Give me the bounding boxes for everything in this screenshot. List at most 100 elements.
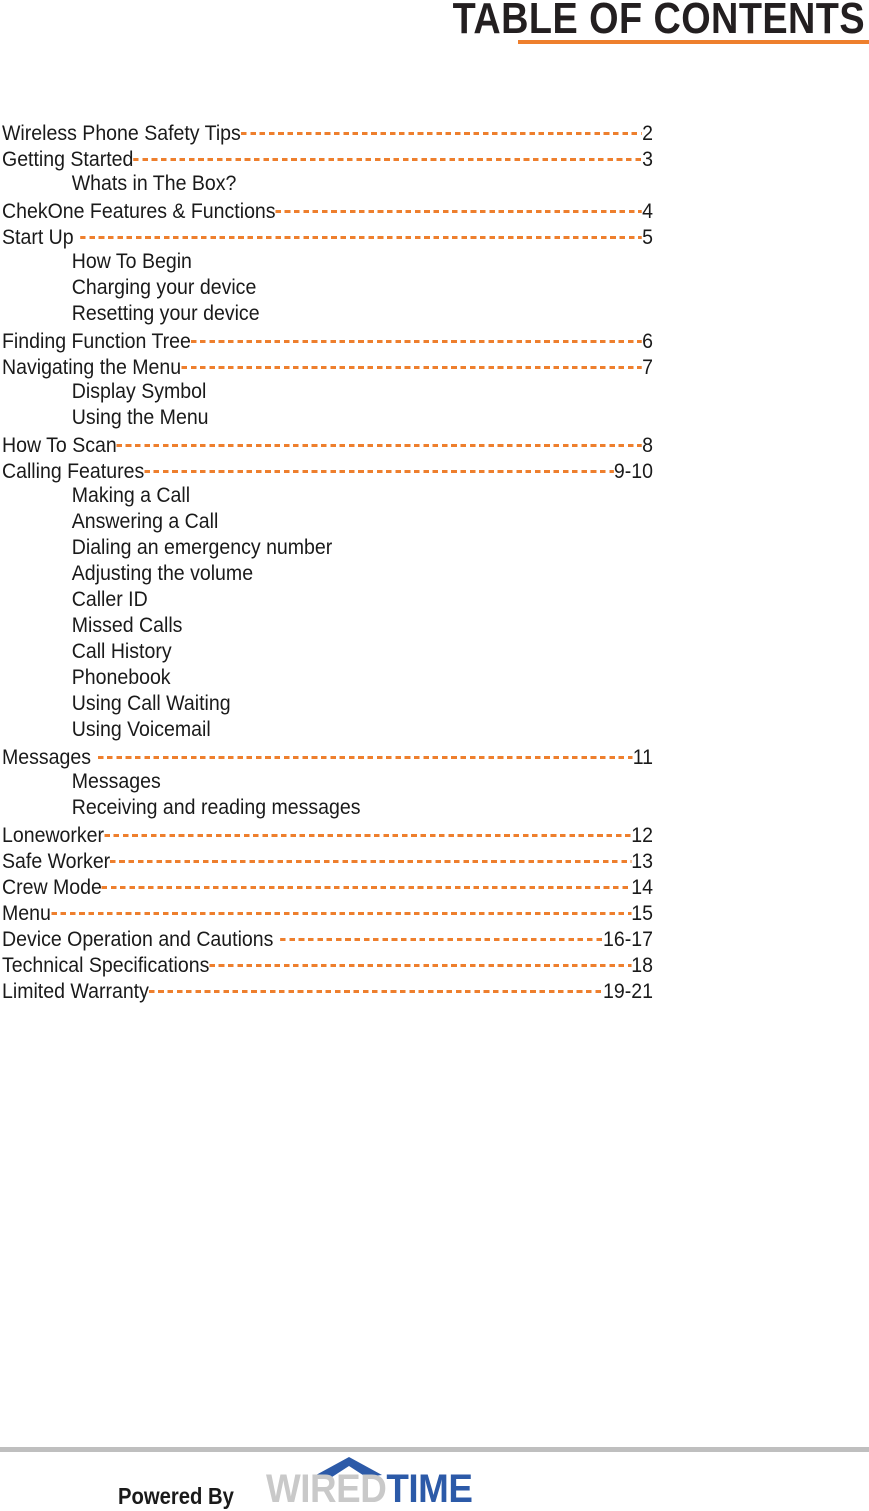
toc-entry-label: Device Operation and Cautions — [2, 928, 274, 951]
toc-entry: Messages 11 — [2, 743, 653, 769]
toc-entry-page-number: 2 — [642, 122, 653, 145]
toc-subentry-label: Using the Menu — [71, 406, 209, 429]
toc-dash-leader — [181, 353, 642, 374]
toc-entry-page-number: 13 — [631, 850, 653, 873]
toc-entry-label: Technical Specifications — [2, 954, 210, 977]
toc-entry-label: Getting Started — [2, 148, 134, 171]
toc-entry: Display Symbol — [2, 379, 653, 405]
toc-entry: Crew Mode 14 — [2, 873, 653, 899]
toc-entry: Using Call Waiting — [2, 691, 653, 717]
page-header: TABLE OF CONTENTS — [0, 0, 869, 56]
toc-entry: Caller ID — [2, 587, 653, 613]
toc-subentry-label: Display Symbol — [71, 380, 207, 403]
toc-entry: Loneworker 12 — [2, 821, 653, 847]
toc-dash-leader — [116, 431, 643, 452]
logo-time-text: TIME — [386, 1467, 473, 1511]
toc-dash-leader — [97, 743, 633, 764]
toc-entry: Making a Call — [2, 483, 653, 509]
toc-entry: Using the Menu — [2, 405, 653, 431]
toc-entry-page-number: 18 — [631, 954, 653, 977]
toc-entry: Resetting your device — [2, 301, 653, 327]
toc-entry: Dialing an emergency number — [2, 535, 653, 561]
toc-subentry-label: Answering a Call — [71, 510, 219, 533]
toc-dash-leader — [80, 223, 643, 244]
toc-dash-leader — [240, 119, 642, 140]
toc-entry-label: Safe Worker — [2, 850, 111, 873]
toc-entry: Safe Worker 13 — [2, 847, 653, 873]
toc-entry-label: Wireless Phone Safety Tips — [2, 122, 241, 145]
toc-entry: How To Begin — [2, 249, 653, 275]
toc-dash-leader — [133, 145, 643, 166]
toc-entry: Answering a Call — [2, 509, 653, 535]
toc-dash-leader — [190, 327, 643, 348]
toc-subentry-label: Missed Calls — [71, 614, 183, 637]
toc-subentry-label: Whats in The Box? — [71, 172, 237, 195]
toc-subentry-label: Dialing an emergency number — [71, 536, 333, 559]
toc-entry-page-number: 14 — [631, 876, 653, 899]
toc-entry-label: Navigating the Menu — [2, 356, 182, 379]
toc-entry-page-number: 15 — [631, 902, 653, 925]
toc-entry-label: Limited Warranty — [2, 980, 149, 1003]
toc-entry: Limited Warranty 19-21 — [2, 977, 653, 1003]
toc-dash-leader — [209, 951, 631, 972]
toc-entry-label: Calling Features — [2, 460, 145, 483]
toc-subentry-label: Adjusting the volume — [71, 562, 254, 585]
toc-subentry-label: Using Call Waiting — [71, 692, 231, 715]
toc-dash-leader — [144, 457, 614, 478]
toc-entry: Charging your device — [2, 275, 653, 301]
toc-entry: Calling Features 9-10 — [2, 457, 653, 483]
toc-entry: Messages — [2, 769, 653, 795]
toc-entry: Wireless Phone Safety Tips 2 — [2, 119, 653, 145]
toc-entry-page-number: 5 — [642, 226, 653, 249]
toc-entry-page-number: 6 — [642, 330, 653, 353]
page-title: TABLE OF CONTENTS — [452, 0, 865, 43]
toc-entry-label: Messages — [2, 746, 92, 769]
toc-entry: Menu 15 — [2, 899, 653, 925]
toc-entry: Finding Function Tree 6 — [2, 327, 653, 353]
toc-entry-label: Crew Mode — [2, 876, 102, 899]
toc-subentry-label: Charging your device — [71, 276, 257, 299]
toc-subentry-label: How To Begin — [71, 250, 192, 273]
footer: Powered By WIREDTIME — [118, 1457, 473, 1509]
toc-entry-label: Loneworker — [2, 824, 105, 847]
toc-entry: Device Operation and Cautions 16-17 — [2, 925, 653, 951]
toc-entry: Getting Started 3 — [2, 145, 653, 171]
toc-subentry-label: Receiving and reading messages — [71, 796, 361, 819]
toc-dash-leader — [101, 873, 632, 894]
logo-wired-text: WIRED — [265, 1467, 387, 1511]
toc-dash-leader — [104, 821, 632, 842]
toc-subentry-label: Resetting your device — [71, 302, 260, 325]
toc-dash-leader — [50, 899, 632, 920]
toc-entry: Missed Calls — [2, 613, 653, 639]
powered-by-label: Powered By — [118, 1483, 234, 1509]
wiredtime-logo: WIREDTIME — [266, 1457, 473, 1509]
toc-subentry-label: Call History — [71, 640, 172, 663]
toc-entry-page-number: 3 — [642, 148, 653, 171]
toc-entry-label: ChekOne Features & Functions — [2, 200, 276, 223]
toc-entry-page-number: 19-21 — [603, 980, 653, 1003]
toc-entry-page-number: 12 — [631, 824, 653, 847]
toc-entry-label: Finding Function Tree — [2, 330, 191, 353]
toc-subentry-label: Caller ID — [71, 588, 148, 611]
toc-dash-leader — [110, 847, 632, 868]
toc-entry-page-number: 11 — [632, 746, 653, 769]
toc-dash-leader — [275, 197, 643, 218]
toc-entry: Technical Specifications 18 — [2, 951, 653, 977]
toc-entry-page-number: 16-17 — [603, 928, 653, 951]
logo-wordmark: WIREDTIME — [265, 1467, 473, 1511]
title-underline-rule — [518, 40, 869, 44]
toc-entry-page-number: 7 — [642, 356, 653, 379]
toc-entry: Adjusting the volume — [2, 561, 653, 587]
toc-entry: Using Voicemail — [2, 717, 653, 743]
table-of-contents: Wireless Phone Safety Tips 2 Getting Start… — [2, 119, 702, 1003]
toc-subentry-label: Using Voicemail — [71, 718, 211, 741]
toc-entry: Whats in The Box? — [2, 171, 653, 197]
toc-subentry-label: Phonebook — [71, 666, 171, 689]
toc-entry-label: Start Up — [2, 226, 74, 249]
toc-entry: Receiving and reading messages — [2, 795, 653, 821]
toc-entry: Phonebook — [2, 665, 653, 691]
toc-entry-label: Menu — [2, 902, 51, 925]
toc-entry: Navigating the Menu 7 — [2, 353, 653, 379]
toc-dash-leader — [148, 977, 604, 998]
toc-entry-label: How To Scan — [2, 434, 117, 457]
